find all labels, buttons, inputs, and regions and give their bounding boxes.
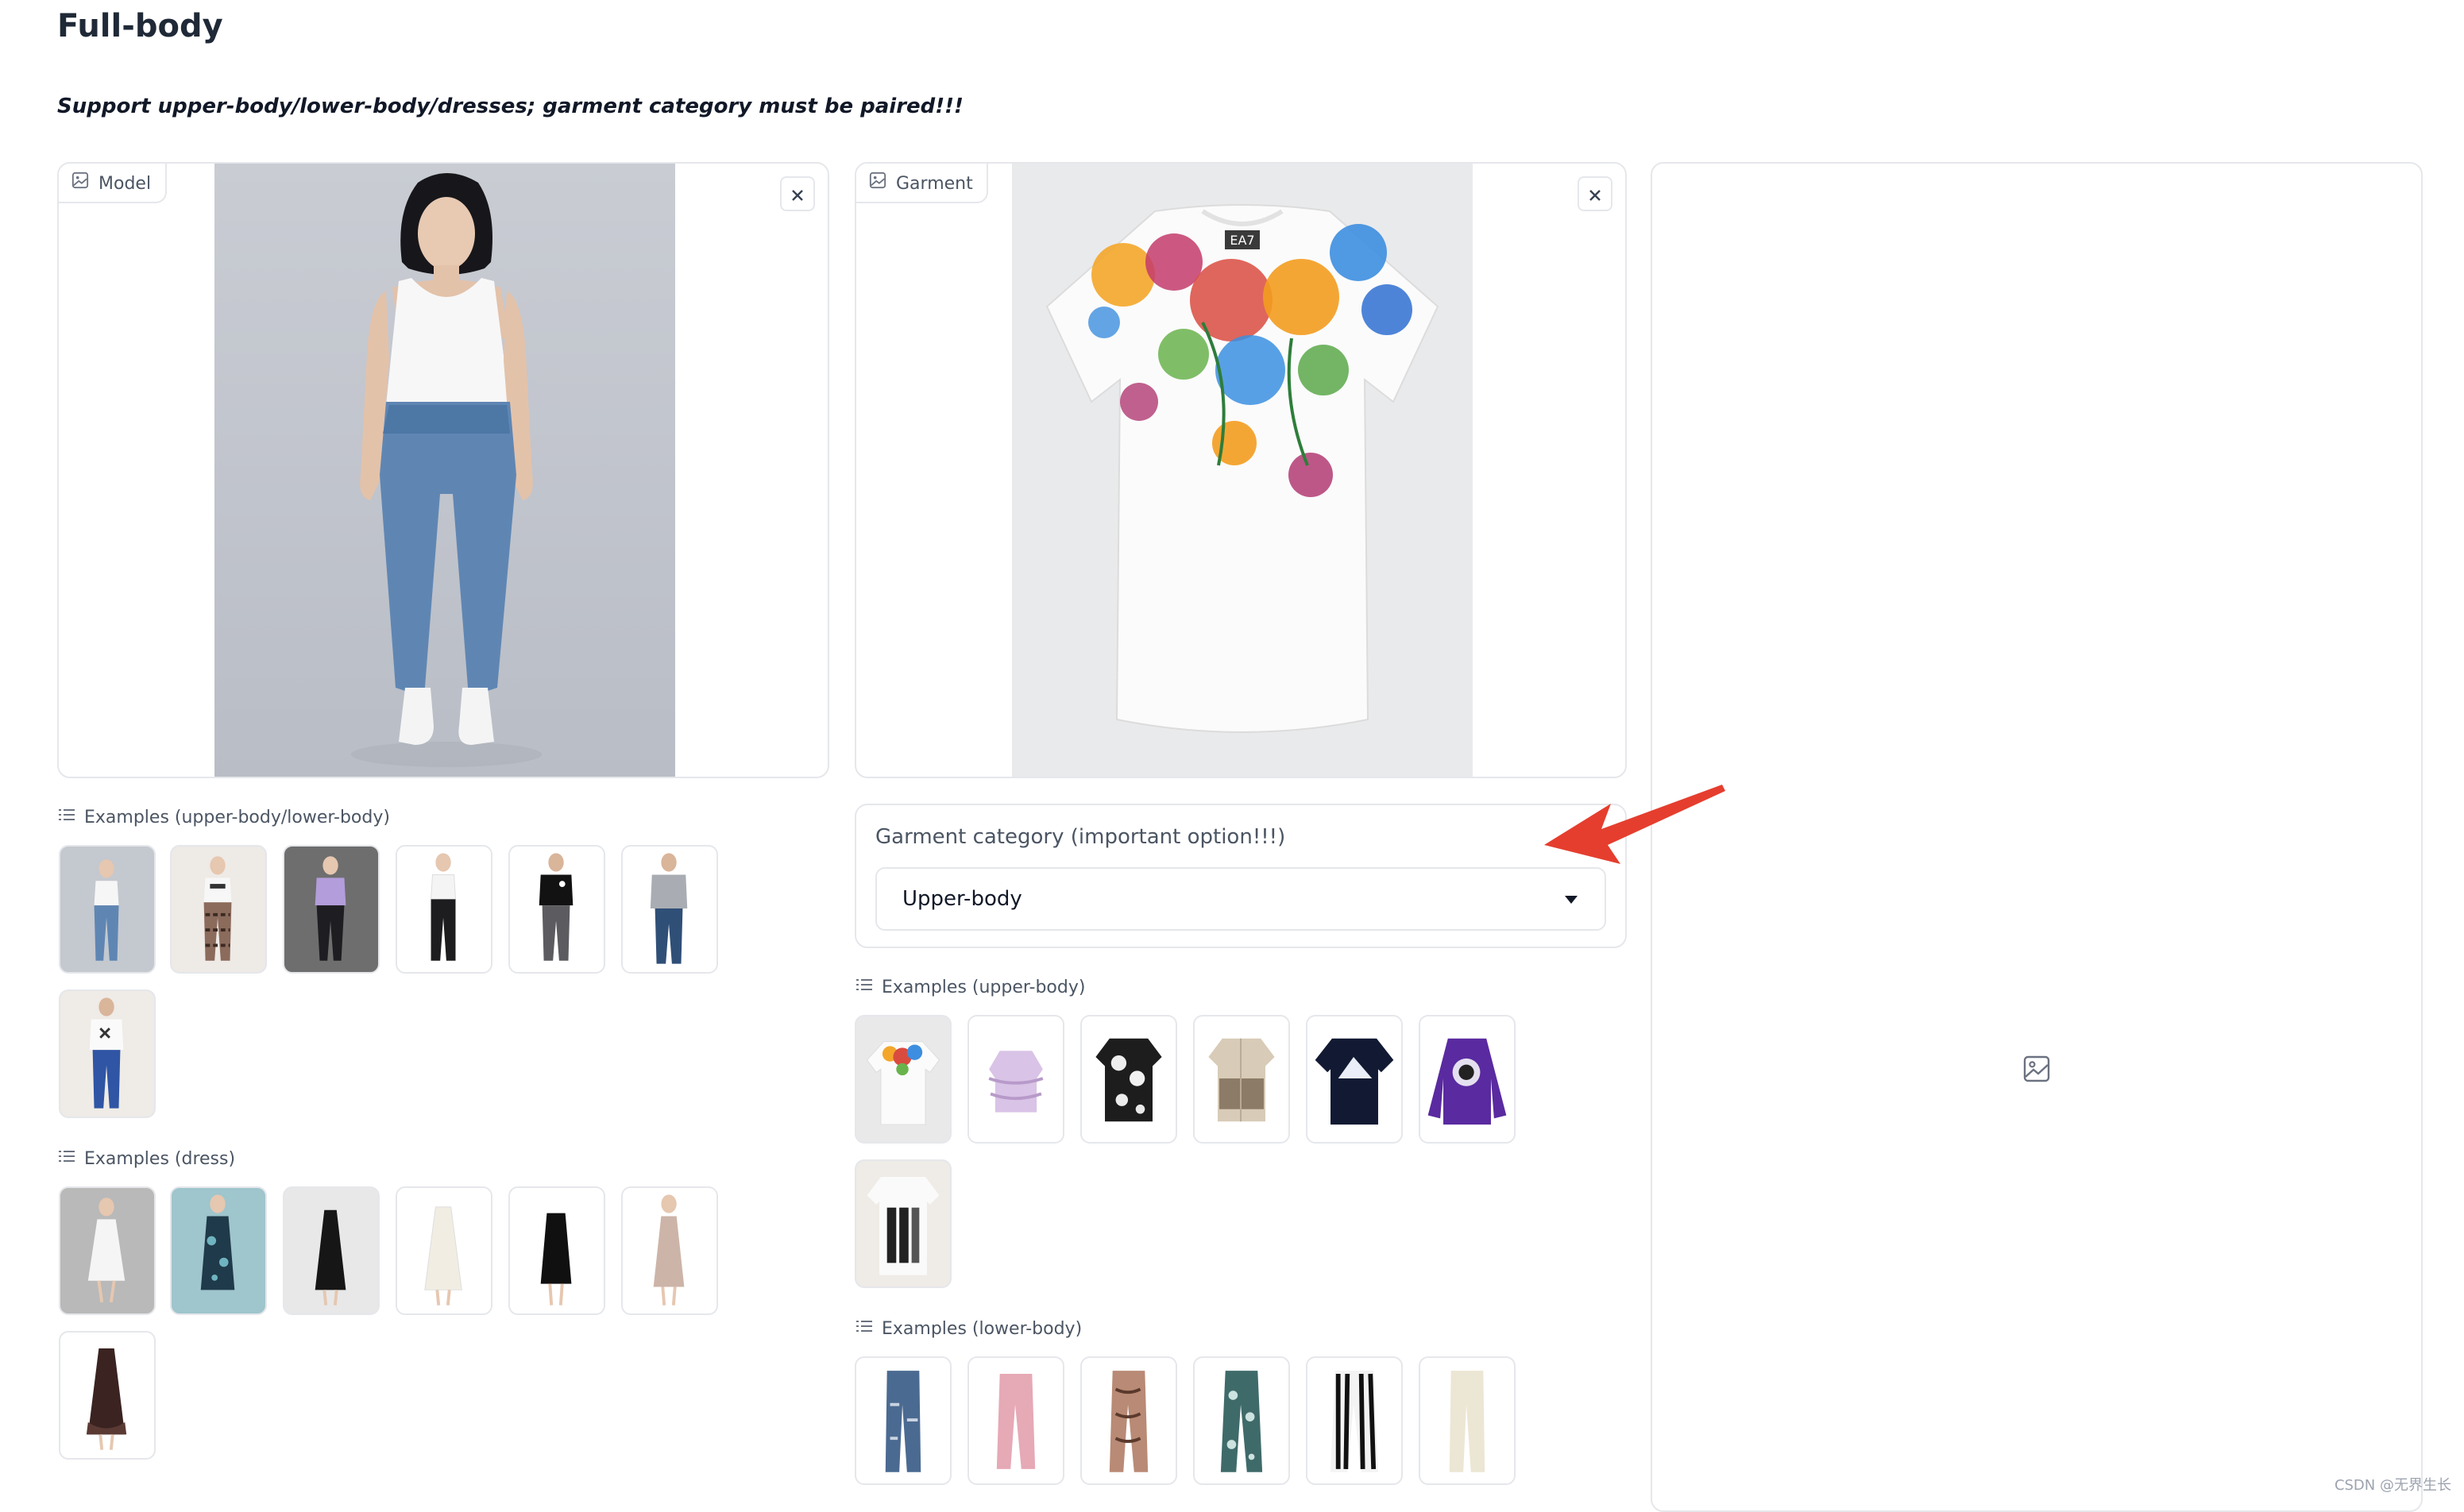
example-thumb[interactable] [59,1186,156,1315]
close-icon [1587,179,1603,209]
example-thumb[interactable] [1306,1356,1403,1485]
garment-clear-button[interactable] [1578,176,1612,211]
brand-tag: EA7 [1230,233,1254,248]
example-thumb[interactable] [283,1186,380,1315]
example-thumb[interactable] [621,1186,718,1315]
example-thumb[interactable] [1080,1015,1177,1144]
model-photo [214,164,675,777]
example-thumb[interactable] [59,989,156,1118]
example-thumb[interactable] [855,1159,952,1288]
example-thumb[interactable] [1306,1015,1403,1144]
garment-category-value: Upper-body [902,887,1022,911]
annotation-arrow-icon [1538,775,1728,877]
example-thumb[interactable] [396,1186,492,1315]
model-label-chip: Model [59,164,168,203]
example-thumb[interactable] [1419,1015,1516,1144]
example-thumb[interactable] [1193,1015,1290,1144]
garment-photo: EA7 [1012,164,1473,777]
examples-dress-header: Examples (dress) [59,1148,235,1169]
example-thumb[interactable] [283,845,380,974]
example-thumb[interactable] [396,845,492,974]
examples-upper-lower-header: Examples (upper-body/lower-body) [59,807,390,827]
garment-image-panel[interactable]: EA7 Garment [855,162,1627,778]
model-clear-button[interactable] [780,176,815,211]
list-icon [59,807,75,827]
examples-dress-label: Examples (dress) [84,1148,236,1169]
caret-down-icon [1563,887,1579,911]
examples-upper-body-header: Examples (upper-body) [856,977,1085,997]
example-thumb[interactable] [1193,1356,1290,1485]
model-label: Model [98,172,152,193]
example-thumb[interactable] [508,1186,605,1315]
output-image-panel[interactable] [1651,162,2423,1512]
list-icon [59,1148,75,1169]
page-subtitle: Support upper-body/lower-body/dresses; g… [57,95,964,119]
list-icon [856,1318,872,1339]
example-thumb[interactable] [967,1356,1064,1485]
examples-upper-lower-label: Examples (upper-body/lower-body) [84,807,390,827]
example-thumb[interactable] [1080,1356,1177,1485]
watermark: CSDN @无界生长 [2334,1479,2451,1495]
page-title: Full-body [57,6,223,44]
example-thumb[interactable] [59,1331,156,1460]
garment-label-chip: Garment [856,164,989,203]
garment-category-dropdown[interactable]: Upper-body [875,867,1606,931]
image-icon [71,172,89,194]
example-thumb[interactable] [855,1015,952,1144]
examples-lower-body-header: Examples (lower-body) [856,1318,1082,1339]
image-icon [2022,1055,2051,1090]
garment-category-block: Garment category (important option!!!) U… [855,804,1627,948]
example-thumb[interactable] [170,1186,267,1315]
example-thumb[interactable] [1419,1356,1516,1485]
examples-upper-body-label: Examples (upper-body) [882,977,1086,997]
list-icon [856,977,872,997]
example-thumb[interactable] [170,845,267,974]
example-thumb[interactable] [621,845,718,974]
example-thumb[interactable] [508,845,605,974]
example-thumb[interactable] [855,1356,952,1485]
model-image-panel[interactable]: Model [57,162,829,778]
example-thumb[interactable] [59,845,156,974]
examples-lower-body-label: Examples (lower-body) [882,1318,1083,1339]
close-icon [790,179,805,209]
garment-category-label: Garment category (important option!!!) [875,826,1286,850]
image-icon [869,172,886,194]
garment-label: Garment [896,172,973,193]
example-thumb[interactable] [967,1015,1064,1144]
